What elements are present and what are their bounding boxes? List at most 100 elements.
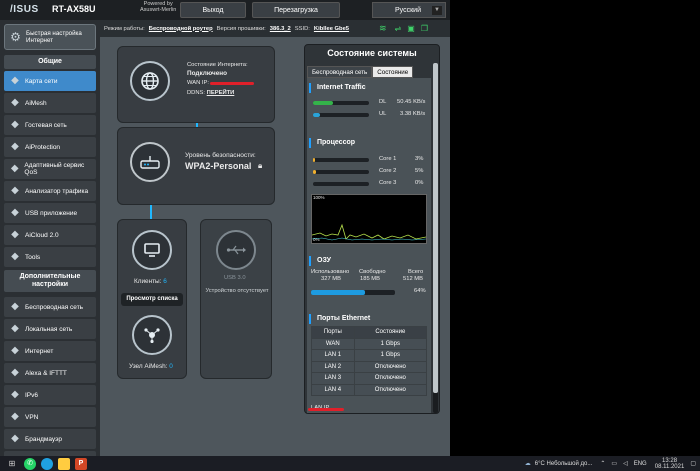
weather-text[interactable]: 6°C Небольшой до... — [535, 461, 593, 467]
monitor-icon — [132, 230, 172, 270]
port-state: Отключено — [353, 372, 428, 385]
ram-free-value: 185 MB — [360, 276, 380, 282]
traffic-analyzer-icon: ◆ — [11, 185, 19, 196]
internet-card[interactable]: Состояние Интернета: Подключено WAN IP: … — [117, 46, 275, 123]
sidebar-item-label: Беспроводная сеть — [25, 303, 84, 311]
advanced-header: Дополнительные настройки — [4, 270, 96, 292]
sidebar-item-alexa[interactable]: ◆ Alexa & IFTTT — [4, 363, 96, 383]
firmware-link[interactable]: 386.3_2 — [270, 26, 291, 32]
ddns-label: DDNS: ПЕРЕЙТИ — [187, 90, 235, 96]
edge-icon[interactable] — [41, 457, 53, 470]
sidebar-item-label: IPv6 — [25, 391, 39, 399]
aimesh-node-count[interactable]: 0 — [169, 363, 173, 370]
ram-title: ОЗУ — [309, 256, 431, 266]
core-value: 5% — [415, 168, 424, 174]
dl-label: DL — [379, 99, 387, 105]
sidebar-item-network-map[interactable]: ◆ Карта сети — [4, 71, 96, 91]
core-value: 0% — [415, 180, 424, 186]
file-explorer-icon[interactable] — [58, 457, 70, 470]
sidebar-item-qos[interactable]: ◆ Адаптивный сервис QoS — [4, 159, 96, 179]
ul-value: 3.38 KB/s — [400, 111, 426, 117]
chevron-down-icon: ▼ — [432, 6, 442, 15]
ram-percent: 64% — [414, 288, 426, 294]
language-indicator[interactable]: ENG — [634, 461, 647, 467]
sidebar-item-ipv6[interactable]: ◆ IPv6 — [4, 385, 96, 405]
whatsapp-icon[interactable]: ✆ — [24, 457, 36, 470]
powerpoint-icon[interactable]: P — [75, 457, 87, 470]
ul-label: UL — [379, 111, 387, 117]
mode-bar: Режим работы: Беспроводной роутер Версия… — [100, 20, 450, 37]
usb-card[interactable]: USB 3.0 Устройство отсутствует — [200, 219, 272, 379]
clone-icon[interactable]: ❐ — [421, 24, 428, 33]
sidebar-item-aiprotection[interactable]: ◆ AiProtection — [4, 137, 96, 157]
notifications-icon[interactable]: ▢ — [690, 460, 696, 467]
core-value: 3% — [415, 156, 424, 162]
globe-icon — [130, 61, 170, 101]
clients-card[interactable]: Клиенты: 6 Просмотр списка Узел AiMesh: … — [117, 219, 187, 379]
sidebar-item-label: Интернет — [25, 347, 54, 355]
sidebar-item-aicloud[interactable]: ◆ AiCloud 2.0 — [4, 225, 96, 245]
usb-icon[interactable]: ⇌ — [395, 24, 402, 33]
panel-body: Internet Traffic DL 50.45 KB/s UL 3.38 K… — [307, 78, 431, 413]
windows-start-icon[interactable]: ⊞ — [5, 458, 19, 470]
table-row: LAN 3 Отключено — [311, 372, 428, 385]
quick-setup-button[interactable]: ⚙ Быстрая настройка Интернет — [4, 24, 96, 50]
sidebar-item-label: Брандмауэр — [25, 435, 62, 443]
cpu-graph: 100% 0% — [311, 194, 427, 244]
ethernet-title: Порты Ethernet — [309, 314, 431, 324]
device-icon[interactable]: ▣ — [407, 24, 415, 33]
table-row: LAN 2 Отключено — [311, 360, 428, 373]
port-name: LAN 3 — [311, 372, 355, 385]
view-list-button[interactable]: Просмотр списка — [121, 293, 183, 306]
core-label: Core 2 — [379, 168, 397, 174]
core-bar — [313, 182, 369, 186]
port-state: 1 Gbps — [353, 349, 428, 362]
wan-ip-label: WAN IP: — [187, 80, 210, 86]
ram-used-value: 327 MB — [321, 276, 341, 282]
top-header: /ISUS RT-AX58U Powered by Asuswrt-Merlin… — [0, 0, 450, 20]
operation-mode-link[interactable]: Беспроводной роутер — [149, 26, 213, 32]
sidebar-item-wan[interactable]: ◆ Интернет — [4, 341, 96, 361]
network-icon[interactable]: ▭ — [611, 460, 617, 467]
clients-label: Клиенты: 6 — [134, 278, 167, 285]
taskbar: ⊞ ✆ P ☁ 6°C Небольшой до... ⌃ ▭ ◁ ENG 13… — [0, 456, 700, 471]
ram-free-label: Свободно — [359, 269, 386, 275]
ul-bar — [313, 113, 369, 117]
sidebar-item-firewall[interactable]: ◆ Брандмауэр — [4, 429, 96, 449]
logout-button[interactable]: Выход — [180, 2, 246, 18]
sidebar-item-tools[interactable]: ◆ Tools — [4, 247, 96, 267]
language-value: Русский — [395, 6, 421, 14]
clients-count[interactable]: 6 — [163, 278, 167, 285]
sidebar-item-wireless[interactable]: ◆ Беспроводная сеть — [4, 297, 96, 317]
sidebar-item-lan[interactable]: ◆ Локальная сеть — [4, 319, 96, 339]
reboot-button[interactable]: Перезагрузка — [252, 2, 340, 18]
language-select[interactable]: Русский ▼ — [372, 2, 446, 18]
sidebar-item-label: VPN — [25, 413, 39, 421]
panel-scrollbar[interactable] — [433, 63, 438, 413]
clock[interactable]: 13:28 08.11.2021 — [655, 458, 685, 470]
ddns-link[interactable]: ПЕРЕЙТИ — [207, 90, 235, 96]
sidebar-item-traffic-analyzer[interactable]: ◆ Анализатор трафика — [4, 181, 96, 201]
aimesh-node-label: Узел AiMesh: 0 — [129, 363, 173, 370]
volume-icon[interactable]: ◁ — [623, 460, 628, 467]
table-row: LAN 11 Gbps — [311, 349, 428, 362]
security-level-value: WPA2-Personal — [185, 161, 252, 171]
system-status-panel: Состояние системы Беспроводная сеть Сост… — [304, 44, 440, 414]
wifi-icon[interactable]: ≋ — [379, 23, 387, 34]
router-card[interactable]: Уровень безопасности: WPA2-Personal 🔒︎ — [117, 127, 275, 205]
wan-icon: ◆ — [11, 345, 19, 356]
sidebar-item-usb-app[interactable]: ◆ USB приложение — [4, 203, 96, 223]
ssid-link[interactable]: Kibllee Gbe5 — [314, 26, 349, 32]
sidebar-item-guest-network[interactable]: ◆ Гостевая сеть — [4, 115, 96, 135]
lan-icon: ◆ — [11, 323, 19, 334]
tab-wireless[interactable]: Беспроводная сеть — [307, 66, 373, 78]
qos-icon: ◆ — [10, 163, 19, 174]
cpu-section: Процессор Core 1 3% Core 2 5% Core 3 0% 100% … — [307, 138, 431, 248]
alexa-icon: ◆ — [11, 367, 19, 378]
table-row: LAN 4 Отключено — [311, 383, 428, 396]
sidebar-item-aimesh[interactable]: ◆ AiMesh — [4, 93, 96, 113]
tab-status[interactable]: Состояние — [372, 66, 414, 78]
wizard-icon: ⚙ — [10, 30, 21, 44]
tray-chevron-icon[interactable]: ⌃ — [600, 460, 605, 467]
sidebar-item-vpn[interactable]: ◆ VPN — [4, 407, 96, 427]
